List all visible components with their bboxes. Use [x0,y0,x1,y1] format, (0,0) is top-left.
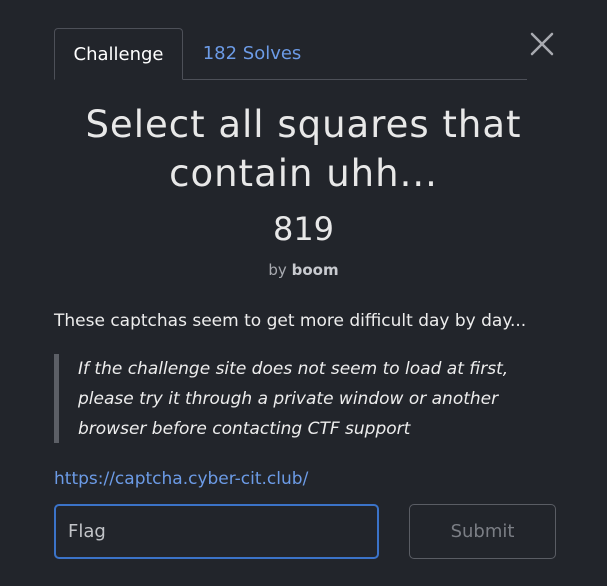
tab-solves[interactable]: 182 Solves [190,28,314,79]
note-line-1: If the challenge site does not seem to l… [78,359,509,379]
submit-button[interactable]: Submit [409,504,556,559]
challenge-modal: Challenge 182 Solves Select all squares … [0,0,607,586]
challenge-note: If the challenge site does not seem to l… [54,354,534,443]
close-button[interactable] [528,30,556,58]
author-name: boom [291,261,339,279]
challenge-title-line-2: contain uhh... [169,152,438,195]
tab-bar: Challenge 182 Solves [54,28,527,80]
author-prefix: by [268,261,287,279]
challenge-title-line-1: Select all squares that [85,103,522,146]
challenge-link[interactable]: https://captcha.cyber-cit.club/ [54,466,308,492]
note-line-2: please try it through a private window o… [78,389,499,409]
note-line-3: browser before contacting CTF support [78,419,411,439]
challenge-points: 819 [272,210,335,248]
challenge-title: Select all squares that contain uhh... [0,100,607,198]
flag-input[interactable] [54,504,379,559]
challenge-author: by boom [0,259,607,281]
close-icon [530,32,554,56]
tab-challenge[interactable]: Challenge [54,28,183,80]
challenge-description: These captchas seem to get more difficul… [54,311,527,331]
